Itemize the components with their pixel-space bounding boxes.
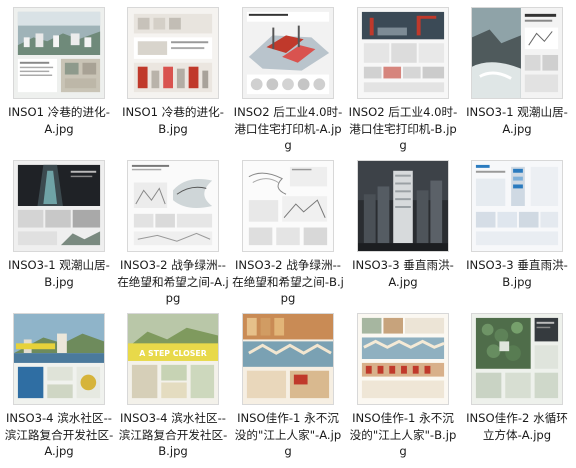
file-thumbnail[interactable] [13, 7, 105, 99]
file-thumbnail[interactable] [471, 313, 563, 405]
file-item[interactable]: A STEP CLOSER INSO3-4 滨水社区--滨江路复合开发社区-B.j… [117, 313, 229, 460]
file-grid: INSO1 冷巷的进化-A.jpg INSO1 冷巷的进化-B.jpg INSO2 … [0, 0, 576, 468]
overlay-title: A STEP CLOSER [139, 349, 207, 358]
file-name[interactable]: INSO佳作-2 水循环立方体-A.jpg [461, 410, 573, 443]
file-name[interactable]: INSO3-1 观潮山居-A.jpg [461, 104, 573, 137]
file-item[interactable]: INSO佳作-2 水循环立方体-A.jpg [461, 313, 573, 443]
file-name[interactable]: INSO1 冷巷的进化-A.jpg [3, 104, 115, 137]
file-item[interactable]: INSO3-3 垂直雨洪-B.jpg [461, 160, 573, 290]
file-thumbnail[interactable] [242, 313, 334, 405]
file-name[interactable]: INSO3-4 滨水社区--滨江路复合开发社区-A.jpg [3, 410, 115, 460]
file-thumbnail[interactable] [357, 160, 449, 252]
file-name[interactable]: INSO佳作-1 永不沉没的"江上人家"-B.jpg [347, 410, 459, 460]
file-item[interactable]: INSO3-3 垂直雨洪-A.jpg [347, 160, 459, 290]
file-thumbnail[interactable] [242, 160, 334, 252]
file-thumbnail[interactable] [357, 7, 449, 99]
file-item[interactable]: INSO1 冷巷的进化-A.jpg [3, 7, 115, 137]
file-item[interactable]: INSO3-2 战争绿洲--在绝望和希望之间-A.jpg [117, 160, 229, 307]
file-item[interactable]: INSO3-4 滨水社区--滨江路复合开发社区-A.jpg [3, 313, 115, 460]
file-name[interactable]: INSO佳作-1 永不沉没的"江上人家"-A.jpg [232, 410, 344, 460]
file-name[interactable]: INSO1 冷巷的进化-B.jpg [117, 104, 229, 137]
file-thumbnail[interactable] [471, 160, 563, 252]
file-thumbnail[interactable] [242, 7, 334, 99]
file-name[interactable]: INSO3-2 战争绿洲--在绝望和希望之间-A.jpg [117, 257, 229, 307]
file-item[interactable]: INSO佳作-1 永不沉没的"江上人家"-B.jpg [347, 313, 459, 460]
file-thumbnail[interactable] [13, 160, 105, 252]
file-item[interactable]: INSO3-2 战争绿洲--在绝望和希望之间-B.jpg [232, 160, 344, 307]
file-item[interactable]: INSO1 冷巷的进化-B.jpg [117, 7, 229, 137]
file-item[interactable]: INSO佳作-1 永不沉没的"江上人家"-A.jpg [232, 313, 344, 460]
file-thumbnail[interactable] [127, 160, 219, 252]
file-name[interactable]: INSO3-3 垂直雨洪-B.jpg [461, 257, 573, 290]
file-thumbnail[interactable] [127, 7, 219, 99]
file-item[interactable]: INSO3-1 观潮山居-A.jpg [461, 7, 573, 137]
file-item[interactable]: INSO2 后工业4.0时-港口住宅打印机-B.jpg [347, 7, 459, 154]
file-thumbnail[interactable] [471, 7, 563, 99]
file-name[interactable]: INSO3-1 观潮山居-B.jpg [3, 257, 115, 290]
file-item[interactable]: INSO2 后工业4.0时-港口住宅打印机-A.jpg [232, 7, 344, 154]
file-item[interactable]: INSO3-1 观潮山居-B.jpg [3, 160, 115, 290]
file-name[interactable]: INSO2 后工业4.0时-港口住宅打印机-B.jpg [347, 104, 459, 154]
file-thumbnail[interactable]: A STEP CLOSER [127, 313, 219, 405]
file-thumbnail[interactable] [13, 313, 105, 405]
file-thumbnail[interactable] [357, 313, 449, 405]
file-name[interactable]: INSO3-3 垂直雨洪-A.jpg [347, 257, 459, 290]
file-name[interactable]: INSO3-4 滨水社区--滨江路复合开发社区-B.jpg [117, 410, 229, 460]
file-name[interactable]: INSO3-2 战争绿洲--在绝望和希望之间-B.jpg [232, 257, 344, 307]
file-name[interactable]: INSO2 后工业4.0时-港口住宅打印机-A.jpg [232, 104, 344, 154]
